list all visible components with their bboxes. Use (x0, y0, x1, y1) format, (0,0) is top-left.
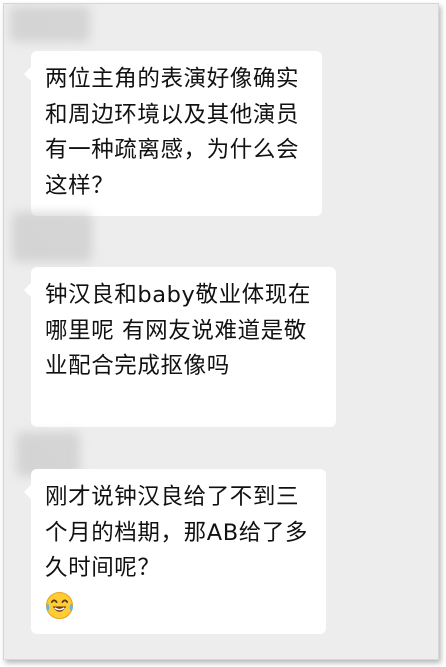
blurred-avatar (12, 212, 92, 262)
tears-of-joy-emoji-icon (45, 591, 74, 619)
message-bubble: 两位主角的表演好像确实和周边环境以及其他演员有一种疏离感，为什么会这样？ (24, 51, 322, 216)
message-text: 两位主角的表演好像确实和周边环境以及其他演员有一种疏离感，为什么会这样？ (45, 66, 300, 199)
message-bubble: 刚才说钟汉良给了不到三个月的档期，那AB给了多久时间呢？ (24, 469, 326, 634)
message-text: 刚才说钟汉良给了不到三个月的档期，那AB给了多久时间呢？ (45, 484, 309, 581)
message-text: 钟汉良和baby敬业体现在哪里呢 有网友说难道是敬业配合完成抠像吗 (45, 282, 311, 379)
chat-screenshot-frame: 两位主角的表演好像确实和周边环境以及其他演员有一种疏离感，为什么会这样？ 钟汉良… (3, 3, 439, 660)
blurred-avatar (10, 6, 90, 42)
message-bubble: 钟汉良和baby敬业体现在哪里呢 有网友说难道是敬业配合完成抠像吗 (24, 267, 336, 427)
